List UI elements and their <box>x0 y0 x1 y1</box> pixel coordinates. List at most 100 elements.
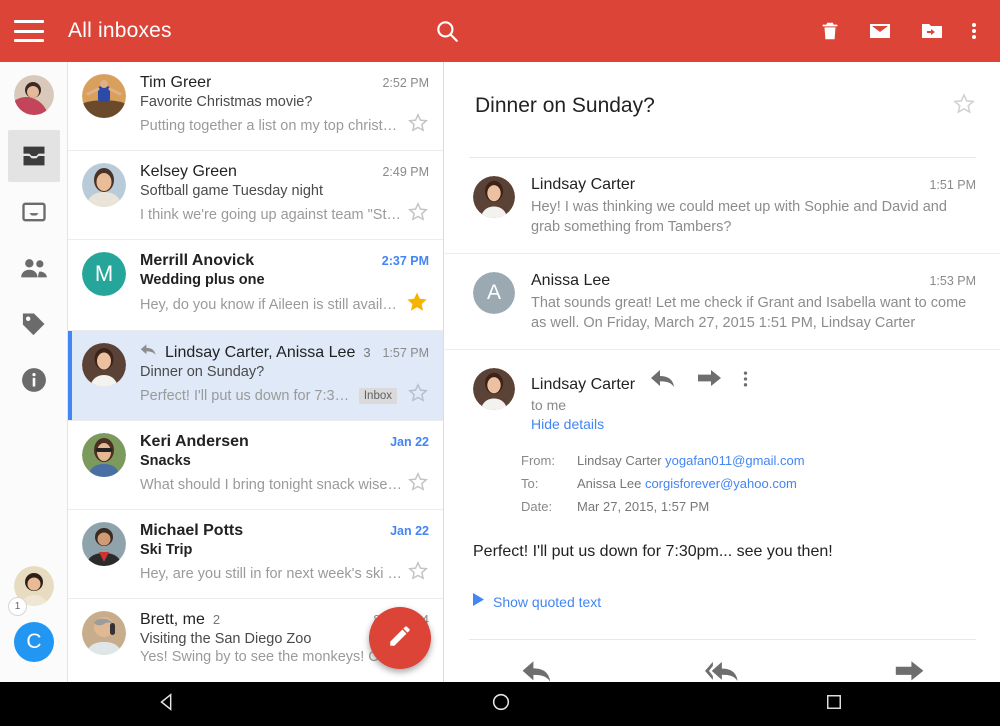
row-line-3: Perfect! I'll put us down for 7:30pm…. I… <box>140 382 429 409</box>
message-body: Lindsay Carter to me Hide details <box>531 368 976 432</box>
row-line-3: Hey, do you know if Aileen is still avai… <box>140 290 429 319</box>
row-line-1: Michael Potts Jan 22 <box>140 522 429 540</box>
more-vert-icon[interactable] <box>971 19 977 43</box>
sender-name: Tim Greer <box>140 74 212 91</box>
table-row[interactable]: Tim Greer 2:52 PM Favorite Christmas mov… <box>68 62 443 151</box>
date-label: Date: <box>521 499 553 514</box>
from-name: Lindsay Carter <box>577 453 662 468</box>
compose-button[interactable] <box>369 607 431 669</box>
folder-move-icon[interactable] <box>919 19 945 43</box>
snippet: Hey, do you know if Aileen is still avai… <box>140 296 401 313</box>
sender-name: Keri Andersen <box>140 433 249 450</box>
subject: Wedding plus one <box>140 272 265 288</box>
row-line-3: I think we're going up against team "St.… <box>140 201 429 228</box>
star-outline-icon[interactable] <box>407 201 429 228</box>
message-details: From: Lindsay Carter yogafan011@gmail.co… <box>519 448 807 519</box>
star-outline-icon[interactable] <box>407 560 429 587</box>
message-timestamp: 1:51 PM <box>929 178 976 192</box>
more-vert-icon[interactable] <box>743 368 748 395</box>
sidebar-item-promotions[interactable] <box>0 296 68 352</box>
show-quoted-text-toggle[interactable]: Show quoted text <box>473 593 976 611</box>
to-name: Anissa Lee <box>577 476 642 491</box>
sidebar-item-all-inboxes[interactable] <box>0 128 68 184</box>
table-row[interactable]: Kelsey Green 2:49 PM Softball game Tuesd… <box>68 151 443 240</box>
detail-row-date: Date: Mar 27, 2015, 1:57 PM <box>521 496 805 517</box>
gmail-tablet-screen: All inboxes 1 C Tim Greer 2:52 PM Favori… <box>0 0 1000 726</box>
android-recents-button[interactable] <box>824 692 844 717</box>
subject: Ski Trip <box>140 542 193 558</box>
avatar <box>82 433 126 477</box>
avatar <box>473 176 515 218</box>
message-recipient: to me <box>531 397 567 413</box>
timestamp: 2:49 PM <box>382 165 429 179</box>
message-preview: Hey! I was thinking we could meet up wit… <box>531 199 947 235</box>
table-row-selected[interactable]: Lindsay Carter, Anissa Lee 3 1:57 PM Din… <box>68 331 443 421</box>
message-sender: Anissa Lee <box>531 272 611 289</box>
from-label: From: <box>521 453 555 468</box>
row-body: Keri Andersen Jan 22 Snacks What should … <box>140 433 429 498</box>
table-row[interactable]: M Merrill Anovick 2:37 PM Wedding plus o… <box>68 240 443 331</box>
star-outline-icon[interactable] <box>407 382 429 409</box>
snippet: Perfect! I'll put us down for 7:30pm…. <box>140 387 353 404</box>
star-outline-icon[interactable] <box>407 112 429 139</box>
table-row[interactable]: Michael Potts Jan 22 Ski Trip Hey, are y… <box>68 510 443 599</box>
show-quoted-text-label: Show quoted text <box>493 594 602 610</box>
reply-icon[interactable] <box>651 369 675 394</box>
table-row[interactable]: Keri Andersen Jan 22 Snacks What should … <box>68 421 443 510</box>
message-collapsed[interactable]: A Anissa Lee 1:53 PM That sounds great! … <box>445 253 1000 349</box>
message-content: Perfect! I'll put us down for 7:30pm... … <box>473 543 833 560</box>
conversation-subject: Dinner on Sunday? <box>475 94 655 117</box>
sidebar-item-updates[interactable] <box>0 352 68 408</box>
timestamp: 2:52 PM <box>382 76 429 90</box>
message-expanded: Lindsay Carter to me Hide details From: … <box>445 349 1000 611</box>
sidebar-item-social[interactable] <box>0 240 68 296</box>
search-icon[interactable] <box>434 18 460 44</box>
row-line-3: What should I bring tonight snack wise? … <box>140 471 429 498</box>
row-body: Kelsey Green 2:49 PM Softball game Tuesd… <box>140 163 429 228</box>
star-outline-icon[interactable] <box>952 92 976 121</box>
pencil-icon <box>387 623 413 654</box>
row-line-1: Lindsay Carter, Anissa Lee 3 1:57 PM <box>140 343 429 362</box>
envelope-icon[interactable] <box>867 19 893 43</box>
label-chip: Inbox <box>358 387 397 404</box>
thread-list[interactable]: Tim Greer 2:52 PM Favorite Christmas mov… <box>68 62 444 682</box>
detail-row-to: To: Anissa Lee corgisforever@yahoo.com <box>521 473 805 494</box>
star-outline-icon[interactable] <box>407 471 429 498</box>
app-bar-actions <box>806 0 990 62</box>
star-filled-icon[interactable] <box>405 290 429 319</box>
subject: Dinner on Sunday? <box>140 364 265 380</box>
snippet: What should I bring tonight snack wise? … <box>140 476 403 493</box>
timestamp: 1:57 PM <box>382 346 429 360</box>
subject: Softball game Tuesday night <box>140 183 323 199</box>
android-back-button[interactable] <box>156 691 178 718</box>
row-line-1: Merrill Anovick 2:37 PM <box>140 252 429 270</box>
avatar-letter: A <box>473 272 515 314</box>
reply-button[interactable] <box>522 660 552 682</box>
avatar: A <box>473 272 515 314</box>
to-email[interactable]: corgisforever@yahoo.com <box>645 476 797 491</box>
message-header: Lindsay Carter 1:51 PM <box>531 176 976 194</box>
forward-button[interactable] <box>894 660 924 682</box>
from-email[interactable]: yogafan011@gmail.com <box>665 453 804 468</box>
trash-icon[interactable] <box>819 19 841 43</box>
avatar: M <box>82 252 126 296</box>
subject: Snacks <box>140 453 191 469</box>
message-sender: Lindsay Carter <box>531 176 636 193</box>
reply-all-button[interactable] <box>704 660 741 682</box>
hamburger-menu-icon[interactable] <box>14 20 44 42</box>
third-account-avatar[interactable]: C <box>0 614 68 670</box>
hide-details-link[interactable]: Hide details <box>531 416 976 432</box>
sender-name: Michael Potts <box>140 522 244 539</box>
message-actions <box>651 368 748 395</box>
android-navigation-bar <box>0 682 1000 726</box>
android-home-button[interactable] <box>490 691 512 718</box>
forward-icon[interactable] <box>697 369 722 394</box>
second-account-avatar[interactable]: 1 <box>0 558 68 616</box>
message-body: Anissa Lee 1:53 PM That sounds great! Le… <box>531 272 976 333</box>
snippet: Hey, are you still in for next week's sk… <box>140 565 403 582</box>
message-collapsed[interactable]: Lindsay Carter 1:51 PM Hey! I was thinki… <box>445 158 1000 253</box>
avatar <box>82 522 126 566</box>
account-avatar[interactable] <box>0 62 68 128</box>
sidebar-item-primary[interactable] <box>0 184 68 240</box>
subject: Favorite Christmas movie? <box>140 94 313 110</box>
